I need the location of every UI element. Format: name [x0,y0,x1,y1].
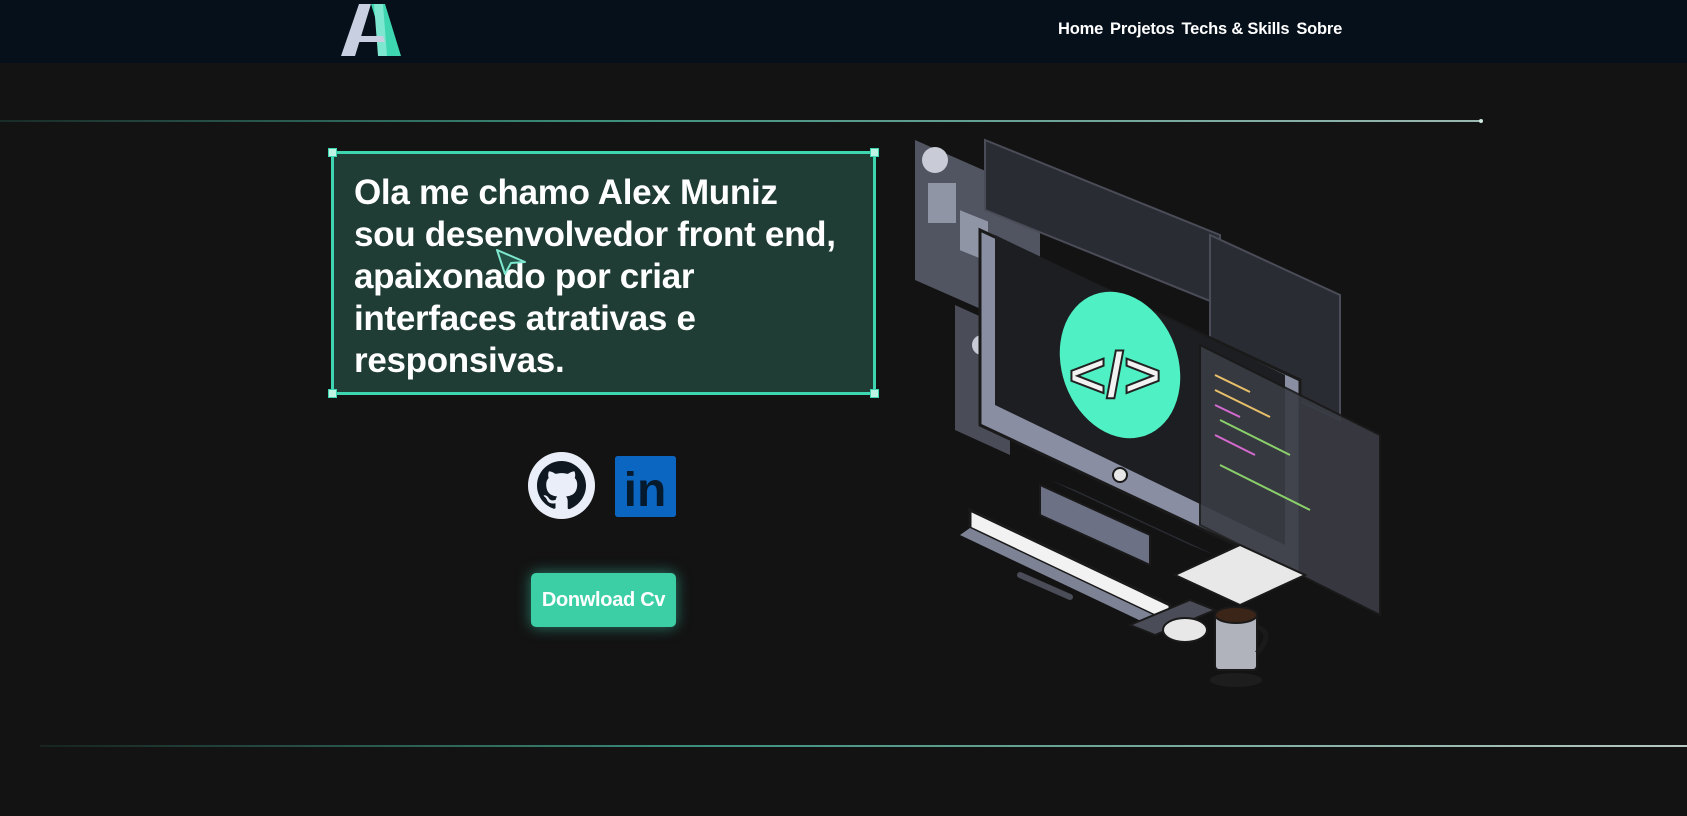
bottom-divider-line [40,745,1687,747]
nav-techs-skills-link[interactable]: Techs & Skills [1181,20,1289,39]
github-icon [528,452,595,519]
code-symbol-label: </> [1069,339,1162,411]
cursor-arrow-icon [496,249,526,275]
linkedin-icon: in [615,456,676,517]
intro-line: interfaces atrativas e [354,299,696,338]
corner-handle [870,148,879,157]
intro-heading: Ola me chamo Alex Muniz sou desenvolvedo… [354,172,836,382]
main-nav: Home Projetos Techs & Skills Sobre [1058,20,1342,39]
corner-handle [328,148,337,157]
top-divider-line [0,120,1482,122]
top-divider-dot [1479,119,1483,123]
intro-line: apaixonado por criar [354,257,695,296]
intro-line: sou desenvolvedor front end, [354,215,836,254]
nav-sobre-link[interactable]: Sobre [1296,20,1342,39]
linkedin-link[interactable]: in [615,456,676,517]
corner-handle [328,389,337,398]
nav-home-link[interactable]: Home [1058,20,1103,39]
github-link[interactable] [528,452,595,519]
developer-workstation-illustration: </> [915,138,1381,687]
intro-line: responsivas. [354,341,565,380]
intro-line: Ola me chamo Alex Muniz [354,173,778,212]
top-navbar: Home Projetos Techs & Skills Sobre [0,0,1687,63]
linkedin-label: in [624,464,667,517]
download-cv-button[interactable]: Donwload Cv [531,573,676,627]
intro-box: Ola me chamo Alex Muniz sou desenvolvedo… [328,148,879,398]
logo-icon[interactable] [341,2,401,58]
nav-projetos-link[interactable]: Projetos [1110,20,1175,39]
corner-handle [870,389,879,398]
